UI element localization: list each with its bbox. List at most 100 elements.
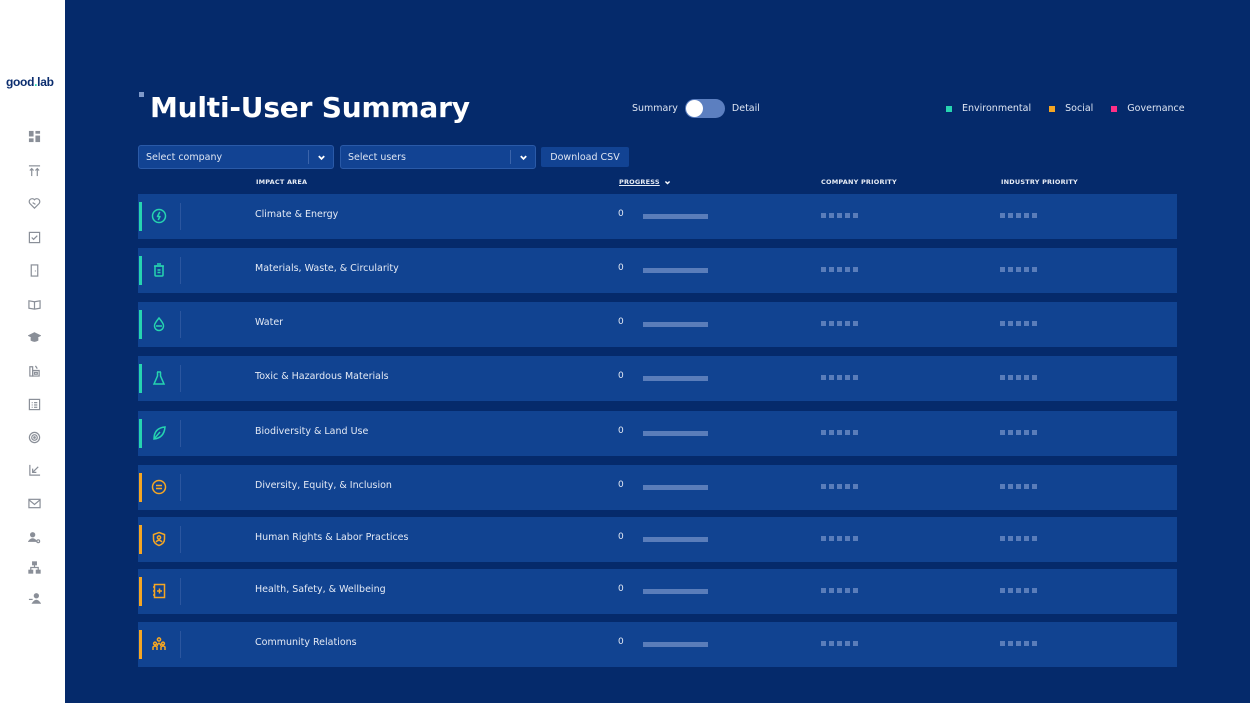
- category-accent-bar: [139, 630, 142, 659]
- category-accent-bar: [139, 525, 142, 554]
- table-row[interactable]: Water 0: [138, 302, 1177, 347]
- priority-dot: [1016, 321, 1021, 326]
- priority-dot: [853, 375, 858, 380]
- checkbox-icon[interactable]: [27, 230, 41, 244]
- priority-dot: [821, 588, 826, 593]
- chevron-down-icon[interactable]: [309, 153, 333, 162]
- impact-area-name: Climate & Energy: [255, 209, 339, 220]
- company-priority-rating: [821, 267, 858, 272]
- table-row[interactable]: Materials, Waste, & Circularity 0: [138, 248, 1177, 293]
- priority-dot: [1032, 375, 1037, 380]
- priority-dot: [829, 484, 834, 489]
- category-accent-bar: [139, 364, 142, 393]
- priority-dot: [1008, 536, 1013, 541]
- priority-dot: [853, 213, 858, 218]
- legend: Environmental Social Governance: [946, 103, 1203, 114]
- priority-dot: [1008, 321, 1013, 326]
- user-add-icon[interactable]: [27, 591, 41, 605]
- table-row[interactable]: Community Relations 0: [138, 622, 1177, 667]
- priority-dot: [853, 588, 858, 593]
- priority-dot: [1024, 213, 1029, 218]
- goodlab-logo[interactable]: good.lab: [6, 75, 54, 89]
- dashboard-icon[interactable]: [27, 129, 41, 143]
- priority-dot: [829, 430, 834, 435]
- mail-icon[interactable]: [27, 496, 41, 510]
- industry-priority-rating: [1000, 430, 1037, 435]
- priority-dot: [1016, 536, 1021, 541]
- column-header-progress[interactable]: PROGRESS: [619, 178, 671, 186]
- medical-book-icon: [150, 582, 168, 600]
- company-select[interactable]: Select company: [138, 145, 334, 169]
- sort-chevron-icon[interactable]: [664, 179, 671, 186]
- priority-dot: [1024, 430, 1029, 435]
- hierarchy-icon[interactable]: [27, 560, 41, 574]
- impact-area-name: Community Relations: [255, 637, 357, 648]
- category-accent-bar: [139, 473, 142, 502]
- priority-dot: [1024, 375, 1029, 380]
- priority-dot: [837, 484, 842, 489]
- priority-dot: [821, 321, 826, 326]
- toggle-summary-label[interactable]: Summary: [632, 103, 678, 114]
- progress-bar: [643, 268, 708, 273]
- users-select[interactable]: Select users: [340, 145, 536, 169]
- heart-handshake-icon[interactable]: [27, 196, 41, 210]
- arrow-in-icon[interactable]: [27, 463, 41, 477]
- priority-dot: [1016, 375, 1021, 380]
- logo-text: lab: [37, 75, 54, 89]
- progress-bar: [643, 485, 708, 490]
- priority-dot: [1016, 588, 1021, 593]
- table-row[interactable]: Diversity, Equity, & Inclusion 0: [138, 465, 1177, 510]
- toggle-detail-label[interactable]: Detail: [732, 103, 760, 114]
- table-row[interactable]: Biodiversity & Land Use 0: [138, 411, 1177, 456]
- priority-dot: [837, 213, 842, 218]
- target-icon[interactable]: [27, 430, 41, 444]
- book-open-icon[interactable]: [27, 297, 41, 311]
- industry-priority-rating: [1000, 641, 1037, 646]
- door-icon[interactable]: [27, 263, 41, 277]
- priority-dot: [845, 375, 850, 380]
- priority-dot: [1000, 536, 1005, 541]
- legend-swatch: [1049, 105, 1056, 112]
- table-row[interactable]: Climate & Energy 0: [138, 194, 1177, 239]
- industry-priority-rating: [1000, 213, 1037, 218]
- company-priority-rating: [821, 641, 858, 646]
- graduation-cap-icon[interactable]: [27, 330, 41, 344]
- title-marker: [139, 92, 144, 97]
- priority-dot: [837, 375, 842, 380]
- priority-dot: [1008, 430, 1013, 435]
- priority-dot: [1024, 484, 1029, 489]
- table-row[interactable]: Health, Safety, & Wellbeing 0: [138, 569, 1177, 614]
- column-header-company-priority[interactable]: COMPANY PRIORITY: [821, 178, 897, 186]
- row-divider: [180, 311, 181, 338]
- summary-detail-switch[interactable]: [684, 99, 725, 118]
- column-header-industry-priority[interactable]: INDUSTRY PRIORITY: [1001, 178, 1078, 186]
- list-icon[interactable]: [27, 397, 41, 411]
- table-row[interactable]: Toxic & Hazardous Materials 0: [138, 356, 1177, 401]
- user-gear-icon[interactable]: [27, 530, 41, 544]
- chevron-down-icon[interactable]: [511, 153, 535, 162]
- priority-dot: [829, 375, 834, 380]
- priority-dot: [1008, 641, 1013, 646]
- legend-swatch: [1111, 105, 1118, 112]
- factory-icon[interactable]: [27, 363, 41, 377]
- progress-value: 0: [618, 532, 624, 542]
- table-row[interactable]: Human Rights & Labor Practices 0: [138, 517, 1177, 562]
- priority-dot: [1016, 641, 1021, 646]
- impact-area-name: Biodiversity & Land Use: [255, 426, 369, 437]
- priority-dot: [829, 213, 834, 218]
- priority-dot: [1008, 484, 1013, 489]
- priority-dot: [1032, 213, 1037, 218]
- company-priority-rating: [821, 430, 858, 435]
- download-csv-button[interactable]: Download CSV: [541, 147, 629, 167]
- row-divider: [180, 420, 181, 447]
- priority-dot: [1008, 267, 1013, 272]
- priority-dot: [1008, 588, 1013, 593]
- column-header-impact-area[interactable]: IMPACT AREA: [256, 178, 307, 186]
- impact-area-name: Materials, Waste, & Circularity: [255, 263, 399, 274]
- progress-value: 0: [618, 371, 624, 381]
- legend-swatch: [946, 105, 952, 112]
- priority-dot: [1032, 430, 1037, 435]
- row-divider: [180, 631, 181, 658]
- arrows-up-icon[interactable]: [27, 163, 41, 177]
- priority-dot: [853, 267, 858, 272]
